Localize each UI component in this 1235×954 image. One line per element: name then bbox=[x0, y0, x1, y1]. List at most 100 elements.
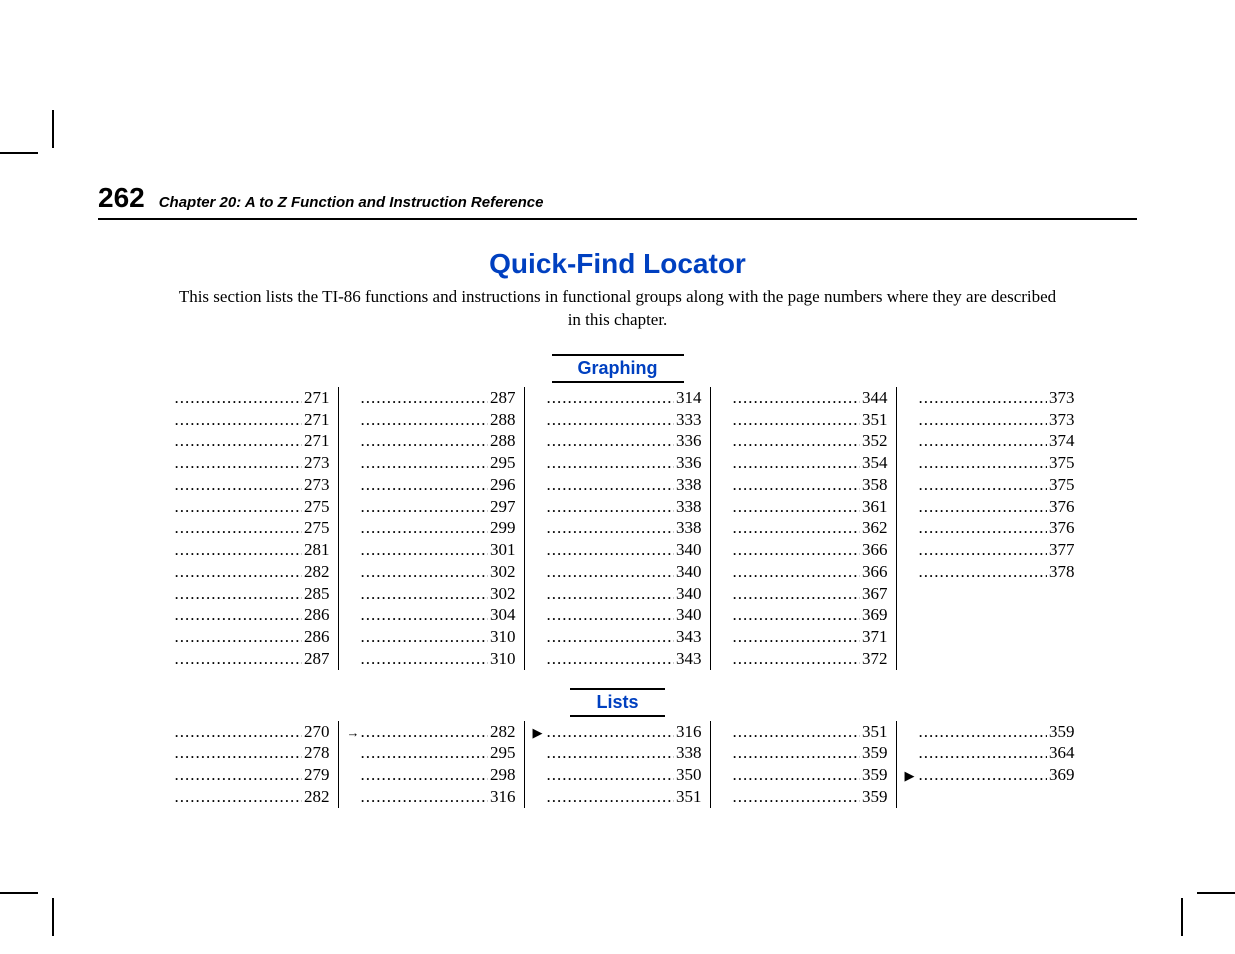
index-entry: 344 bbox=[719, 387, 888, 409]
page-ref: 354 bbox=[860, 452, 888, 474]
page-ref: 336 bbox=[674, 430, 702, 452]
page-ref: 352 bbox=[860, 430, 888, 452]
page-ref: 375 bbox=[1047, 452, 1075, 474]
entry-glyph-icon: ▶ bbox=[533, 725, 547, 742]
leader-dots bbox=[361, 764, 489, 786]
column: 287288288295296297299301302302304310310 bbox=[339, 387, 525, 670]
leader-dots bbox=[547, 604, 675, 626]
index-entry: 354 bbox=[719, 452, 888, 474]
index-entry: 270 bbox=[161, 721, 330, 743]
page-ref: 298 bbox=[488, 764, 516, 786]
leader-dots bbox=[919, 764, 1048, 786]
page-ref: 377 bbox=[1047, 539, 1075, 561]
index-entry: 288 bbox=[347, 430, 516, 452]
page-ref: 351 bbox=[860, 721, 888, 743]
page-ref: 351 bbox=[860, 409, 888, 431]
page-ref: 273 bbox=[302, 474, 330, 496]
leader-dots bbox=[547, 430, 675, 452]
index-entry: 366 bbox=[719, 539, 888, 561]
index-entry: 286 bbox=[161, 626, 330, 648]
page-ref: 378 bbox=[1047, 561, 1075, 583]
page-ref: 287 bbox=[302, 648, 330, 670]
leader-dots bbox=[733, 496, 861, 518]
index-entry: 271 bbox=[161, 430, 330, 452]
leader-dots bbox=[547, 721, 675, 743]
index-entry: 376 bbox=[905, 517, 1075, 539]
page-ref: 275 bbox=[302, 517, 330, 539]
index-entry: 362 bbox=[719, 517, 888, 539]
leader-dots bbox=[733, 561, 861, 583]
index-entry: ▶369 bbox=[905, 764, 1075, 786]
page-ref: 340 bbox=[674, 583, 702, 605]
page-ref: 295 bbox=[488, 452, 516, 474]
page-ref: 338 bbox=[674, 496, 702, 518]
leader-dots bbox=[547, 409, 675, 431]
index-entry: 340 bbox=[533, 604, 702, 626]
leader-dots bbox=[547, 583, 675, 605]
columns: 2712712712732732752752812822852862862872… bbox=[98, 387, 1137, 670]
leader-dots bbox=[361, 517, 489, 539]
index-entry: 285 bbox=[161, 583, 330, 605]
page-ref: 350 bbox=[674, 764, 702, 786]
page-ref: 359 bbox=[860, 742, 888, 764]
page-ref: 285 bbox=[302, 583, 330, 605]
index-entry: 282 bbox=[161, 786, 330, 808]
page-ref: 372 bbox=[860, 648, 888, 670]
columns: 270278279282→282295298316▶31633835035135… bbox=[98, 721, 1137, 808]
leader-dots bbox=[361, 648, 489, 670]
index-entry: 287 bbox=[161, 648, 330, 670]
leader-dots bbox=[547, 387, 675, 409]
leader-dots bbox=[361, 742, 489, 764]
page-ref: 295 bbox=[488, 742, 516, 764]
index-entry: 338 bbox=[533, 474, 702, 496]
page-ref: 271 bbox=[302, 409, 330, 431]
column: 271271271273273275275281282285286286287 bbox=[153, 387, 339, 670]
leader-dots bbox=[919, 409, 1048, 431]
page-ref: 286 bbox=[302, 626, 330, 648]
page-ref: 338 bbox=[674, 517, 702, 539]
page-ref: 359 bbox=[860, 764, 888, 786]
page-ref: 373 bbox=[1047, 409, 1075, 431]
leader-dots bbox=[361, 474, 489, 496]
index-entry: 340 bbox=[533, 539, 702, 561]
leader-dots bbox=[733, 430, 861, 452]
leader-dots bbox=[547, 561, 675, 583]
index-entry: 372 bbox=[719, 648, 888, 670]
index-entry: 310 bbox=[347, 626, 516, 648]
leader-dots bbox=[175, 626, 303, 648]
leader-dots bbox=[919, 561, 1048, 583]
leader-dots bbox=[547, 452, 675, 474]
index-entry: 302 bbox=[347, 561, 516, 583]
page-ref: 340 bbox=[674, 539, 702, 561]
index-entry: 375 bbox=[905, 474, 1075, 496]
page-ref: 366 bbox=[860, 561, 888, 583]
index-entry: 336 bbox=[533, 452, 702, 474]
index-entry: 364 bbox=[905, 742, 1075, 764]
entry-glyph-icon: → bbox=[347, 725, 361, 742]
index-entry: 338 bbox=[533, 742, 702, 764]
page-ref: 376 bbox=[1047, 517, 1075, 539]
page-ref: 316 bbox=[488, 786, 516, 808]
page-ref: 296 bbox=[488, 474, 516, 496]
page-content: 262 Chapter 20: A to Z Function and Inst… bbox=[98, 182, 1137, 808]
leader-dots bbox=[919, 430, 1048, 452]
page-ref: 369 bbox=[860, 604, 888, 626]
leader-dots bbox=[919, 539, 1048, 561]
leader-dots bbox=[733, 517, 861, 539]
index-entry: 361 bbox=[719, 496, 888, 518]
page-ref: 288 bbox=[488, 409, 516, 431]
leader-dots bbox=[547, 626, 675, 648]
page-ref: 366 bbox=[860, 539, 888, 561]
leader-dots bbox=[547, 648, 675, 670]
index-entry: 304 bbox=[347, 604, 516, 626]
leader-dots bbox=[547, 539, 675, 561]
page-ref: 373 bbox=[1047, 387, 1075, 409]
page-ref: 304 bbox=[488, 604, 516, 626]
leader-dots bbox=[733, 409, 861, 431]
leader-dots bbox=[547, 742, 675, 764]
index-entry: 282 bbox=[161, 561, 330, 583]
page-ref: 286 bbox=[302, 604, 330, 626]
leader-dots bbox=[361, 721, 489, 743]
index-entry: 287 bbox=[347, 387, 516, 409]
index-entry: 343 bbox=[533, 626, 702, 648]
